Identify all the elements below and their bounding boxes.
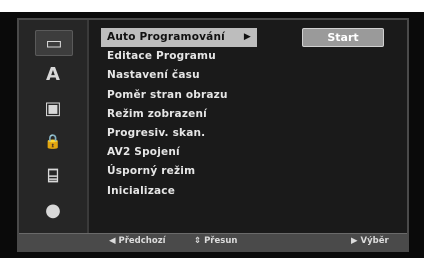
tv-screen: ▭ A ▣ 🔒 ⌸ ● Auto Programování ▶ Editace … [0,12,424,258]
menu-item-program-edit[interactable]: Editace Programu [101,47,261,66]
category-sidebar: ▭ A ▣ 🔒 ⌸ ● [19,20,89,238]
general-settings-icon[interactable]: ▭ [35,30,73,56]
menu-item-clock-set[interactable]: Nastavení času [101,66,261,85]
recording-icon[interactable]: ⌸ [35,164,71,188]
start-button[interactable]: Start [302,28,384,47]
navigation-hint-bar: ◀ Předchozí ⇕ Přesun ▶ Výběr [19,233,407,250]
audio-icon[interactable]: ▣ [35,96,71,120]
setup-menu-panel: ▭ A ▣ 🔒 ⌸ ● Auto Programování ▶ Editace … [17,18,409,252]
select-hint: ▶ Výběr [351,236,389,246]
menu-item-auto-programming[interactable]: Auto Programování ▶ [101,28,257,48]
menu-item-label: Auto Programování [107,31,225,43]
move-hint: ⇕ Přesun [194,236,238,246]
menu-item-progressive-scan[interactable]: Progresiv. skan. [101,124,261,143]
menu-item-display-mode[interactable]: Režim zobrazení [101,105,261,124]
menu-item-aspect-ratio[interactable]: Poměr stran obrazu [101,86,261,105]
lock-icon[interactable]: 🔒 [35,130,71,154]
settings-menu-list: Auto Programování ▶ Editace Programu Nas… [101,28,261,201]
menu-item-initialization[interactable]: Inicializace [101,182,261,201]
back-hint: ◀ Předchozí [109,236,166,246]
menu-item-av2-connection[interactable]: AV2 Spojení [101,143,261,162]
submenu-arrow-icon: ▶ [243,32,251,42]
disc-icon[interactable]: ● [35,198,71,222]
language-icon[interactable]: A [35,62,71,86]
menu-item-power-save[interactable]: Úsporný režim [101,162,261,181]
